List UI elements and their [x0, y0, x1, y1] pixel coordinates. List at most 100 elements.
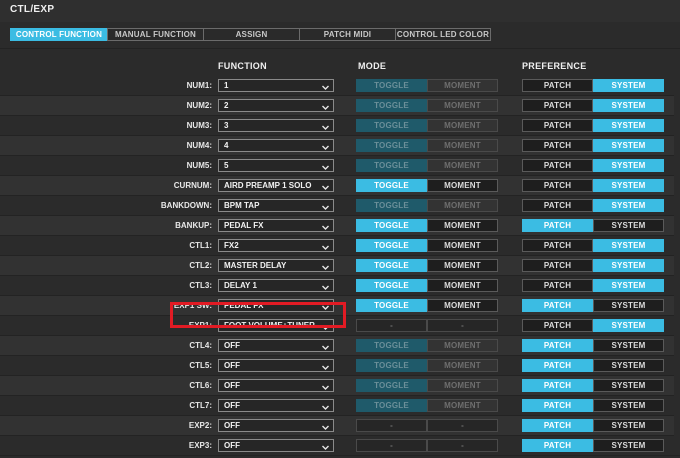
- function-value: 1: [224, 81, 229, 90]
- mode-toggle-button[interactable]: TOGGLE: [356, 179, 427, 192]
- function-select-exp1[interactable]: FOOT VOLUME+TUNER: [218, 319, 334, 332]
- function-select-num5[interactable]: 5: [218, 159, 334, 172]
- preference-system-button[interactable]: SYSTEM: [593, 419, 664, 432]
- function-select-num1[interactable]: 1: [218, 79, 334, 92]
- preference-patch-button[interactable]: PATCH: [522, 99, 593, 112]
- preference-system-button[interactable]: SYSTEM: [593, 279, 664, 292]
- preference-patch-button[interactable]: PATCH: [522, 399, 593, 412]
- tab-manual-function[interactable]: MANUAL FUNCTION: [107, 28, 203, 41]
- preference-patch-button[interactable]: PATCH: [522, 379, 593, 392]
- preference-patch-button[interactable]: PATCH: [522, 139, 593, 152]
- preference-system-button[interactable]: SYSTEM: [593, 379, 664, 392]
- mode-toggle-button: TOGGLE: [356, 79, 427, 92]
- function-select-ctl7[interactable]: OFF: [218, 399, 334, 412]
- preference-patch-button[interactable]: PATCH: [522, 219, 593, 232]
- control-row: EXP1 SW: PEDAL FX TOGGLE MOMENT PATCH SYSTEM: [0, 296, 680, 316]
- row-label-ctl7: CTL7:: [189, 401, 212, 410]
- preference-system-button[interactable]: SYSTEM: [593, 179, 664, 192]
- row-label-bankup: BANKUP:: [175, 221, 212, 230]
- preference-system-button[interactable]: SYSTEM: [593, 139, 664, 152]
- preference-patch-button[interactable]: PATCH: [522, 159, 593, 172]
- function-select-num4[interactable]: 4: [218, 139, 334, 152]
- function-select-ctl1[interactable]: FX2: [218, 239, 334, 252]
- function-select-ctl4[interactable]: OFF: [218, 339, 334, 352]
- mode-moment-button: -: [427, 319, 498, 332]
- mode-moment-button[interactable]: MOMENT: [427, 279, 498, 292]
- mode-moment-button[interactable]: MOMENT: [427, 299, 498, 312]
- preference-system-button[interactable]: SYSTEM: [593, 199, 664, 212]
- preference-patch-button[interactable]: PATCH: [522, 259, 593, 272]
- tab-assign[interactable]: ASSIGN: [203, 28, 299, 41]
- preference-system-button[interactable]: SYSTEM: [593, 319, 664, 332]
- mode-moment-button[interactable]: MOMENT: [427, 179, 498, 192]
- scrollbar[interactable]: [674, 76, 680, 446]
- mode-moment-button[interactable]: MOMENT: [427, 219, 498, 232]
- control-row: CTL7: OFF TOGGLE MOMENT PATCH SYSTEM: [0, 396, 680, 416]
- preference-system-button[interactable]: SYSTEM: [593, 299, 664, 312]
- preference-patch-button[interactable]: PATCH: [522, 179, 593, 192]
- function-select-curnum[interactable]: AIRD PREAMP 1 SOLO: [218, 179, 334, 192]
- preference-system-button[interactable]: SYSTEM: [593, 359, 664, 372]
- mode-toggle-button[interactable]: TOGGLE: [356, 239, 427, 252]
- function-select-num3[interactable]: 3: [218, 119, 334, 132]
- preference-system-button[interactable]: SYSTEM: [593, 399, 664, 412]
- preference-system-button[interactable]: SYSTEM: [593, 259, 664, 272]
- function-select-ctl5[interactable]: OFF: [218, 359, 334, 372]
- chevron-down-icon: [321, 80, 330, 91]
- preference-patch-button[interactable]: PATCH: [522, 199, 593, 212]
- control-row: EXP3: OFF - - PATCH SYSTEM: [0, 436, 680, 456]
- preference-system-button[interactable]: SYSTEM: [593, 159, 664, 172]
- function-select-exp1-sw[interactable]: PEDAL FX: [218, 299, 334, 312]
- preference-patch-button[interactable]: PATCH: [522, 319, 593, 332]
- preference-system-button[interactable]: SYSTEM: [593, 339, 664, 352]
- mode-toggle-button: TOGGLE: [356, 339, 427, 352]
- mode-moment-button[interactable]: MOMENT: [427, 239, 498, 252]
- mode-toggle-button[interactable]: TOGGLE: [356, 259, 427, 272]
- mode-moment-button: MOMENT: [427, 199, 498, 212]
- preference-patch-button[interactable]: PATCH: [522, 79, 593, 92]
- function-value: PEDAL FX: [224, 221, 264, 230]
- mode-toggle-button[interactable]: TOGGLE: [356, 219, 427, 232]
- row-label-num1: NUM1:: [186, 81, 212, 90]
- divider: [0, 48, 680, 49]
- preference-system-button[interactable]: SYSTEM: [593, 219, 664, 232]
- preference-patch-button[interactable]: PATCH: [522, 239, 593, 252]
- mode-toggle-button: TOGGLE: [356, 139, 427, 152]
- row-label-ctl5: CTL5:: [189, 361, 212, 370]
- preference-system-button[interactable]: SYSTEM: [593, 119, 664, 132]
- function-select-ctl6[interactable]: OFF: [218, 379, 334, 392]
- tab-patch-midi[interactable]: PATCH MIDI: [299, 28, 395, 41]
- preference-system-button[interactable]: SYSTEM: [593, 79, 664, 92]
- function-select-bankup[interactable]: PEDAL FX: [218, 219, 334, 232]
- row-label-num5: NUM5:: [186, 161, 212, 170]
- tab-control-led-color[interactable]: CONTROL LED COLOR: [395, 28, 491, 41]
- control-row: NUM5: 5 TOGGLE MOMENT PATCH SYSTEM: [0, 156, 680, 176]
- preference-system-button[interactable]: SYSTEM: [593, 99, 664, 112]
- preference-patch-button[interactable]: PATCH: [522, 299, 593, 312]
- preference-patch-button[interactable]: PATCH: [522, 419, 593, 432]
- chevron-down-icon: [321, 200, 330, 211]
- mode-toggle-button: -: [356, 419, 427, 432]
- function-select-exp2[interactable]: OFF: [218, 419, 334, 432]
- tab-control-function[interactable]: CONTROL FUNCTION: [10, 28, 107, 41]
- mode-moment-button: MOMENT: [427, 99, 498, 112]
- mode-toggle-button[interactable]: TOGGLE: [356, 279, 427, 292]
- mode-moment-button[interactable]: MOMENT: [427, 259, 498, 272]
- mode-toggle-button[interactable]: TOGGLE: [356, 299, 427, 312]
- mode-moment-button: MOMENT: [427, 339, 498, 352]
- function-value: PEDAL FX: [224, 301, 264, 310]
- chevron-down-icon: [321, 380, 330, 391]
- preference-patch-button[interactable]: PATCH: [522, 339, 593, 352]
- control-row: BANKUP: PEDAL FX TOGGLE MOMENT PATCH SYSTEM: [0, 216, 680, 236]
- preference-system-button[interactable]: SYSTEM: [593, 239, 664, 252]
- function-select-num2[interactable]: 2: [218, 99, 334, 112]
- function-select-ctl3[interactable]: DELAY 1: [218, 279, 334, 292]
- preference-patch-button[interactable]: PATCH: [522, 359, 593, 372]
- function-select-bankdown[interactable]: BPM TAP: [218, 199, 334, 212]
- mode-header: MODE: [358, 61, 387, 71]
- function-value: 4: [224, 141, 229, 150]
- preference-patch-button[interactable]: PATCH: [522, 279, 593, 292]
- function-select-ctl2[interactable]: MASTER DELAY: [218, 259, 334, 272]
- row-label-exp1: EXP1:: [188, 321, 212, 330]
- preference-patch-button[interactable]: PATCH: [522, 119, 593, 132]
